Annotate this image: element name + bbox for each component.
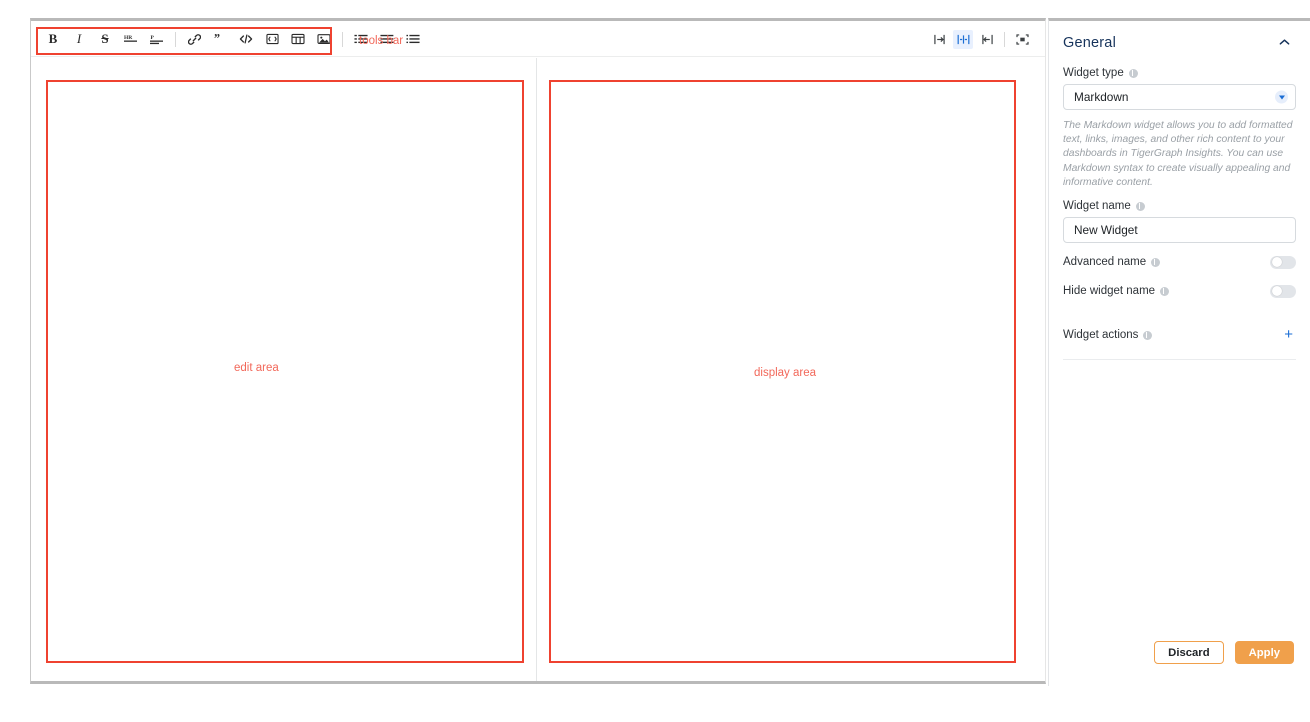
annotation-label-tools-bar: tools bar xyxy=(359,35,404,47)
task-list-icon[interactable] xyxy=(402,27,424,51)
widget-type-label-row: Widget type xyxy=(1063,67,1296,79)
settings-footer: Discard Apply xyxy=(1049,641,1310,664)
widget-actions-row: Widget actions + xyxy=(1063,323,1296,361)
widget-type-description: The Markdown widget allows you to add fo… xyxy=(1063,120,1293,188)
help-icon[interactable] xyxy=(1151,257,1161,267)
toolbar-divider xyxy=(175,31,176,47)
help-icon[interactable] xyxy=(1143,330,1153,340)
toolbar-divider-2 xyxy=(342,31,343,47)
widget-settings-panel: General Widget type Markdown The Markdow… xyxy=(1048,18,1310,686)
fullscreen-icon[interactable] xyxy=(1012,30,1032,49)
table-icon[interactable] xyxy=(287,27,309,51)
markdown-editor-container: B I S HR P ” xyxy=(30,18,1046,684)
widget-type-label: Widget type xyxy=(1063,67,1124,79)
svg-text:”: ” xyxy=(214,33,220,45)
widget-name-label: Widget name xyxy=(1063,200,1131,213)
preview-only-view-icon[interactable] xyxy=(977,30,997,49)
widget-type-select[interactable]: Markdown xyxy=(1063,84,1296,110)
link-icon[interactable] xyxy=(183,27,205,51)
widget-type-value: Markdown xyxy=(1074,90,1129,104)
advanced-name-toggle[interactable] xyxy=(1270,255,1296,269)
widget-actions-label: Widget actions xyxy=(1063,329,1139,342)
paragraph-icon[interactable]: P xyxy=(146,27,168,51)
widget-name-input[interactable] xyxy=(1063,217,1296,244)
italic-icon[interactable]: I xyxy=(68,27,90,51)
markdown-edit-pane[interactable] xyxy=(31,58,537,681)
image-icon[interactable] xyxy=(313,27,335,51)
advanced-name-label-row: Advanced name xyxy=(1063,256,1161,269)
svg-text:HR: HR xyxy=(124,35,133,41)
settings-body: Widget type Markdown The Markdown widget… xyxy=(1049,67,1310,361)
editor-toolbar: B I S HR P ” xyxy=(31,21,1045,57)
code-block-icon[interactable] xyxy=(261,27,283,51)
widget-actions-label-row: Widget actions xyxy=(1063,329,1153,342)
view-mode-group xyxy=(927,21,1034,57)
discard-button[interactable]: Discard xyxy=(1154,641,1224,664)
settings-section-title: General xyxy=(1063,35,1116,51)
strikethrough-icon[interactable]: S xyxy=(94,27,116,51)
bold-icon[interactable]: B xyxy=(42,27,64,51)
quote-icon[interactable]: ” xyxy=(209,27,231,51)
hide-widget-name-label: Hide widget name xyxy=(1063,285,1156,298)
svg-text:P: P xyxy=(151,35,155,41)
editor-only-view-icon[interactable] xyxy=(929,30,949,49)
view-mode-divider xyxy=(1004,31,1005,47)
heading-icon[interactable]: HR xyxy=(120,27,142,51)
chevron-down-icon[interactable] xyxy=(1275,90,1288,104)
help-icon[interactable] xyxy=(1128,68,1138,78)
settings-section-header[interactable]: General xyxy=(1049,21,1310,61)
code-icon[interactable] xyxy=(235,27,257,51)
advanced-name-label: Advanced name xyxy=(1063,256,1147,269)
hide-widget-name-label-row: Hide widget name xyxy=(1063,285,1170,298)
apply-button[interactable]: Apply xyxy=(1234,641,1294,664)
chevron-up-icon[interactable] xyxy=(1275,36,1294,51)
annotation-label-edit-area: edit area xyxy=(234,362,279,374)
editor-panes xyxy=(31,58,1045,681)
add-widget-action-icon[interactable]: + xyxy=(1281,327,1296,342)
split-view-icon[interactable] xyxy=(953,29,973,49)
advanced-name-row: Advanced name xyxy=(1063,252,1296,272)
hide-widget-name-toggle[interactable] xyxy=(1270,284,1296,298)
help-icon[interactable] xyxy=(1160,286,1170,296)
app-root: B I S HR P ” tools bar edit area display… xyxy=(0,0,1310,722)
help-icon[interactable] xyxy=(1135,201,1145,211)
annotation-label-display-area: display area xyxy=(754,367,817,379)
widget-name-label-row: Widget name xyxy=(1063,200,1296,212)
hide-widget-name-row: Hide widget name xyxy=(1063,281,1296,301)
